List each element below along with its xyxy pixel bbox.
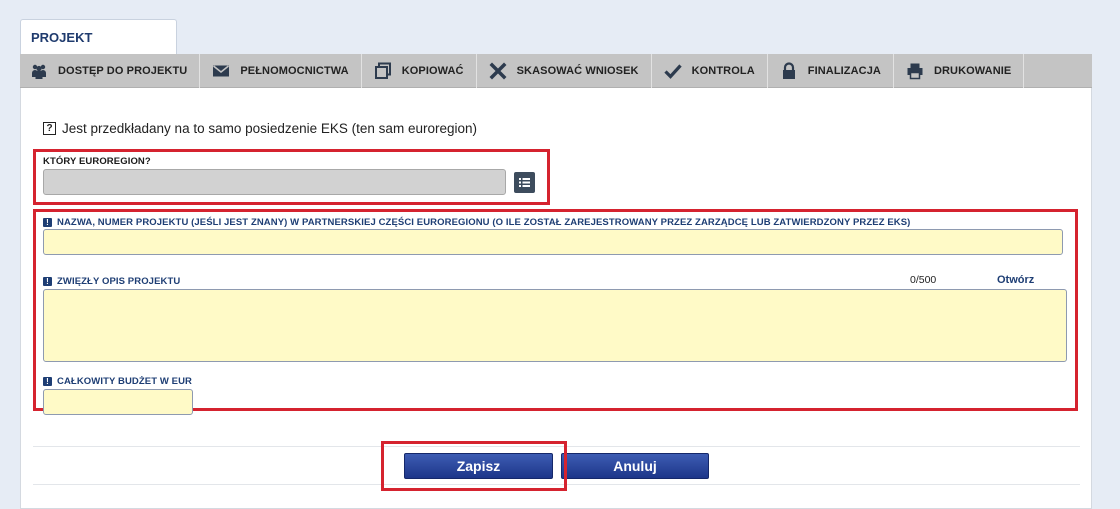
copy-icon	[374, 62, 392, 80]
toolbar-item-label: DOSTĘP DO PROJEKTU	[58, 65, 188, 77]
open-editor-link[interactable]: Otwórz	[997, 274, 1034, 286]
eks-question: ? Jest przedkładany na to samo posiedzen…	[43, 121, 477, 136]
page-background-strip	[1093, 0, 1120, 509]
required-icon: !	[43, 377, 52, 386]
toolbar-item-label: PEŁNOMOCNICTWA	[240, 65, 349, 77]
description-textarea[interactable]	[43, 289, 1067, 362]
toolbar-item-print[interactable]: DRUKOWANIE	[894, 54, 1025, 88]
lock-icon	[780, 62, 798, 80]
toolbar-item-label: KOPIOWAĆ	[401, 65, 464, 77]
checkmark-icon	[663, 62, 682, 80]
highlight-save	[381, 441, 567, 491]
budget-label-text: CAŁKOWITY BUDŻET W EUR	[57, 376, 193, 387]
euroregion-label: KTÓRY EUROREGION?	[43, 156, 151, 167]
project-name-label-text: NAZWA, NUMER PROJEKTU (JEŚLI JEST ZNANY)…	[57, 217, 911, 228]
toolbar-item-finalization[interactable]: FINALIZACJA	[768, 54, 894, 88]
project-name-input[interactable]	[43, 229, 1063, 255]
required-icon: !	[43, 218, 52, 227]
users-icon	[30, 62, 48, 80]
toolbar-item-access[interactable]: DOSTĘP DO PROJEKTU	[20, 54, 201, 88]
delete-icon	[489, 62, 507, 80]
tab-projekt-partnerski[interactable]: PROJEKT PARTNERSKI	[20, 19, 177, 81]
toolbar-item-delete-application[interactable]: SKASOWAĆ WNIOSEK	[477, 54, 652, 88]
description-label-text: ZWIĘZŁY OPIS PROJEKTU	[57, 276, 181, 287]
toolbar-item-copy[interactable]: KOPIOWAĆ	[362, 54, 477, 88]
euroregion-field[interactable]	[43, 169, 506, 195]
cancel-button[interactable]: Anuluj	[561, 453, 709, 479]
character-counter: 0/500	[910, 274, 937, 286]
list-icon	[519, 178, 530, 187]
list-select-button[interactable]	[514, 172, 535, 193]
envelope-icon	[212, 62, 230, 80]
action-toolbar: DOSTĘP DO PROJEKTU PEŁNOMOCNICTWA KOPIOW…	[20, 54, 1092, 88]
project-name-label: ! NAZWA, NUMER PROJEKTU (JEŚLI JEST ZNAN…	[43, 217, 910, 228]
toolbar-item-label: FINALIZACJA	[807, 65, 881, 77]
toolbar-item-powers-of-attorney[interactable]: PEŁNOMOCNICTWA	[200, 54, 362, 88]
help-icon[interactable]: ?	[43, 122, 56, 135]
toolbar-item-label: DRUKOWANIE	[933, 65, 1012, 77]
required-icon: !	[43, 277, 52, 286]
question-text: Jest przedkładany na to samo posiedzenie…	[62, 121, 477, 136]
toolbar-item-label: KONTROLA	[691, 65, 755, 77]
budget-input[interactable]	[43, 389, 193, 415]
description-label: ! ZWIĘZŁY OPIS PROJEKTU	[43, 276, 180, 287]
toolbar-item-label: SKASOWAĆ WNIOSEK	[516, 65, 639, 77]
printer-icon	[906, 62, 924, 80]
toolbar-item-check[interactable]: KONTROLA	[652, 54, 768, 88]
budget-label: ! CAŁKOWITY BUDŻET W EUR	[43, 376, 192, 387]
